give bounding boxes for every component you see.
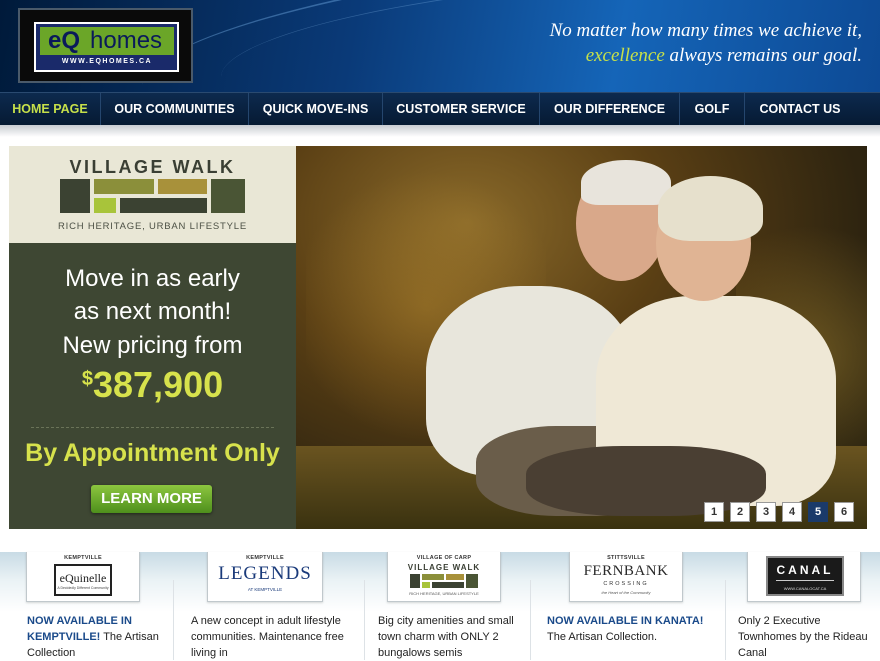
slide-dot-6[interactable]: 6	[834, 502, 854, 522]
promo-line2: as next month!	[73, 298, 232, 325]
village-walk-logo: VILLAGE WALK RICH HERITAGE, URBAN LIFEST…	[9, 146, 296, 243]
hero-slider[interactable]: VILLAGE WALK RICH HERITAGE, URBAN LIFEST…	[9, 146, 867, 529]
nav-customer-service[interactable]: CUSTOMER SERVICE	[383, 93, 540, 126]
village-walk-subtitle: RICH HERITAGE, URBAN LIFESTYLE	[57, 221, 248, 232]
slide-dot-5[interactable]: 5	[808, 502, 828, 522]
site-header: eQ homes WWW.EQHOMES.CA No matter how ma…	[0, 0, 880, 92]
price-symbol: $	[81, 368, 93, 390]
community-description: Big city amenities and small town charm …	[378, 615, 514, 659]
nav-our-communities[interactable]: OUR COMMUNITIES	[101, 93, 249, 126]
tagline-accent: excellence	[585, 45, 665, 66]
logo-eq: eQ	[40, 27, 88, 55]
promo-appointment: By Appointment Only	[25, 439, 280, 467]
village-walk-small-logo[interactable]: VILLAGE OF CARP VILLAGE WALK RICH HERITA…	[387, 552, 501, 602]
nav-contact-us[interactable]: CONTACT US	[745, 93, 855, 126]
legends-logo[interactable]: KEMPTVILLE LEGENDS AT KEMPTVILLE	[207, 552, 323, 602]
communities-strip: KEMPTVILLE eQuinelle A Decidedly Differe…	[0, 552, 880, 660]
slide-dot-1[interactable]: 1	[704, 502, 724, 522]
community-village-walk: VILLAGE OF CARP VILLAGE WALK RICH HERITA…	[365, 552, 530, 660]
canal-logo[interactable]: CANAL WWW.CANALOCAT.CA	[747, 552, 861, 602]
main-nav: HOME PAGE OUR COMMUNITIES QUICK MOVE-INS…	[0, 92, 880, 126]
promo-line1: Move in as early	[65, 265, 240, 292]
slide-dot-4[interactable]: 4	[782, 502, 802, 522]
fernbank-logo[interactable]: STITTSVILLE FERNBANK CROSSING the Heart …	[569, 552, 683, 602]
man-hair-shape	[581, 160, 671, 205]
nav-quick-move-ins[interactable]: QUICK MOVE-INS	[249, 93, 383, 126]
canal-logo-box: CANAL WWW.CANALOCAT.CA	[766, 556, 844, 596]
community-description: NOW AVAILABLE IN KEMPTVILLE! The Artisan…	[27, 615, 159, 659]
promo-divider	[31, 427, 274, 428]
community-equinelle: KEMPTVILLE eQuinelle A Decidedly Differe…	[0, 552, 172, 660]
promo-price: $387,900	[9, 364, 296, 406]
brick-logo-icon	[410, 574, 478, 588]
fernbank-wordmark: FERNBANK	[583, 563, 669, 579]
community-location: KEMPTVILLE	[64, 555, 102, 561]
equinelle-logo[interactable]: KEMPTVILLE eQuinelle A Decidedly Differe…	[26, 552, 140, 602]
community-description: A new concept in adult lifestyle communi…	[191, 615, 344, 659]
hero-photo: 1 2 3 4 5 6	[296, 146, 867, 529]
nav-golf[interactable]: GOLF	[680, 93, 745, 126]
community-description: Only 2 Executive Townhomes by the Rideau…	[738, 615, 868, 659]
logo-badge: eQ homes WWW.EQHOMES.CA	[34, 22, 179, 72]
community-legends: KEMPTVILLE LEGENDS AT KEMPTVILLE A new c…	[174, 552, 364, 660]
village-walk-title: VILLAGE WALK	[69, 157, 236, 177]
nav-home[interactable]: HOME PAGE	[0, 93, 101, 126]
legends-wordmark: LEGENDS	[218, 563, 312, 584]
nav-shadow	[0, 125, 880, 137]
slide-dot-3[interactable]: 3	[756, 502, 776, 522]
slide-dot-2[interactable]: 2	[730, 502, 750, 522]
brick-logo-icon	[60, 179, 245, 215]
tagline: No matter how many times we achieve it, …	[550, 18, 862, 68]
promo-panel[interactable]: VILLAGE WALK RICH HERITAGE, URBAN LIFEST…	[9, 146, 296, 529]
community-canal: CANAL WWW.CANALOCAT.CA Only 2 Executive …	[726, 552, 880, 660]
nav-our-difference[interactable]: OUR DIFFERENCE	[540, 93, 680, 126]
learn-more-button[interactable]: LEARN MORE	[91, 485, 212, 513]
price-value: 387,900	[92, 364, 224, 405]
woman-hair-shape	[658, 176, 763, 241]
tagline-rest: always remains our goal.	[664, 45, 862, 66]
community-description: NOW AVAILABLE IN KANATA! The Artisan Col…	[547, 615, 704, 643]
equinelle-logo-box: eQuinelle A Decidedly Different Communit…	[54, 564, 112, 596]
promo-line3: New pricing from	[62, 332, 243, 359]
community-fernbank: STITTSVILLE FERNBANK CROSSING the Heart …	[531, 552, 724, 660]
site-logo[interactable]: eQ homes WWW.EQHOMES.CA	[18, 8, 193, 83]
slide-pager: 1 2 3 4 5 6	[704, 502, 854, 522]
tagline-line1: No matter how many times we achieve it,	[549, 20, 862, 41]
tagline-line2: excellence always remains our goal.	[550, 43, 862, 68]
logo-url: WWW.EQHOMES.CA	[61, 58, 153, 65]
logo-homes: homes	[88, 27, 174, 55]
